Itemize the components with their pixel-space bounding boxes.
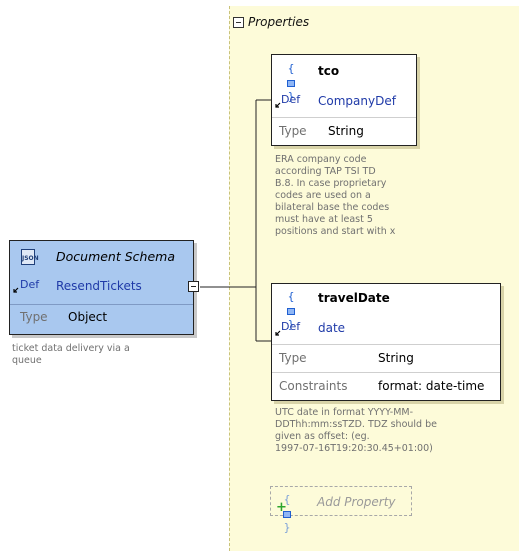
root-description-line: queue: [12, 355, 42, 366]
description-line: ERA company code: [275, 154, 367, 165]
divider: [272, 372, 500, 373]
property-constraints-value: format: date-time: [378, 379, 485, 393]
description-line: UTC date in format YYYY-MM-: [275, 407, 414, 418]
property-description: UTC date in format YYYY-MM- DDThh:mm:ssT…: [275, 407, 437, 455]
property-constraints-label: Constraints: [279, 379, 348, 393]
divider: [272, 117, 416, 118]
root-type-label: Type: [20, 310, 48, 324]
add-property-button[interactable]: {} + Add Property: [270, 486, 412, 534]
description-line: DDThh:mm:ssTZD. TDZ should be: [275, 419, 437, 430]
document-schema-icon: JSON: [21, 249, 39, 265]
document-schema-box[interactable]: JSON Document Schema Def ResendTickets T…: [9, 240, 194, 335]
property-type-value: String: [328, 124, 364, 138]
root-type-value: Object: [68, 310, 108, 324]
description-line: positions and start with x: [275, 226, 396, 237]
link-arrow-icon: [13, 287, 19, 293]
object-icon: {}: [287, 62, 295, 103]
description-line: must have at least 5: [275, 214, 373, 225]
root-def-tag: Def: [20, 278, 40, 291]
add-property-label: Add Property: [317, 495, 396, 509]
property-type-label: Type: [279, 124, 307, 138]
divider: [272, 344, 500, 345]
description-line: B.8. In case proprietary: [275, 178, 387, 189]
property-name: travelDate: [318, 291, 390, 305]
object-icon: {}: [287, 290, 295, 331]
property-type-label: Type: [279, 351, 307, 365]
property-def-link[interactable]: CompanyDef: [318, 94, 396, 108]
root-description-line: ticket data delivery via a: [12, 343, 130, 354]
description-line: codes are used on a: [275, 190, 371, 201]
description-line: 1997-07-16T19:20:30.45+01:00): [275, 443, 433, 454]
property-def-tag: Def: [281, 320, 301, 333]
root-def-link[interactable]: ResendTickets: [56, 279, 142, 293]
property-card-tco[interactable]: {} tco Def CompanyDef Type String: [271, 54, 417, 146]
property-name: tco: [318, 64, 340, 78]
property-type-value: String: [378, 351, 414, 365]
property-description: ERA company code according TAP TSI TD B.…: [275, 154, 395, 238]
plus-icon: +: [276, 500, 287, 515]
description-line: bilateral base the codes: [275, 202, 390, 213]
root-title: Document Schema: [56, 249, 175, 264]
property-def-link[interactable]: date: [318, 321, 345, 335]
root-description: ticket data delivery via a queue: [12, 343, 130, 367]
property-def-tag: Def: [281, 93, 301, 106]
description-line: according TAP TSI TD: [275, 166, 376, 177]
divider: [10, 304, 193, 305]
collapse-root-button[interactable]: [188, 281, 199, 292]
property-card-traveldate[interactable]: {} travelDate Def date Type String Const…: [271, 283, 501, 401]
description-line: given as offset: (eg.: [275, 431, 370, 442]
